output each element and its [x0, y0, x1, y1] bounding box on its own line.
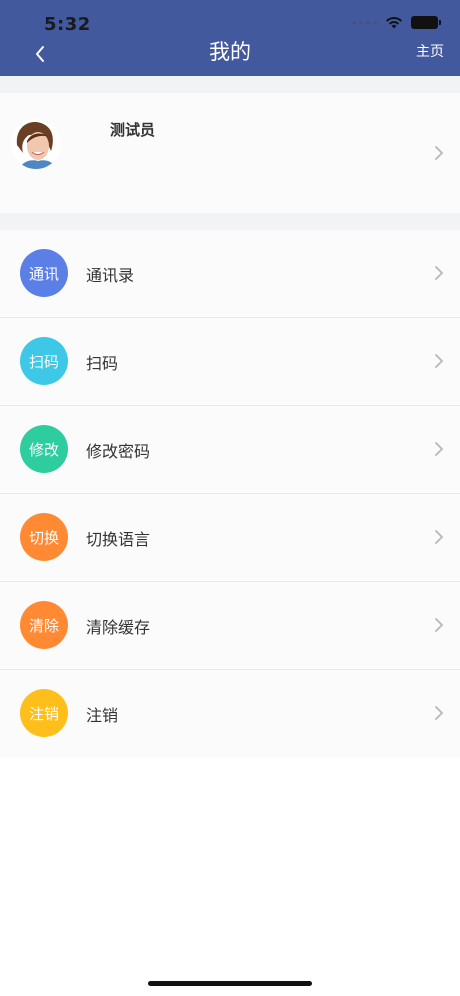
- switch-language-icon: 切换: [20, 513, 68, 561]
- profile-card[interactable]: 测试员: [0, 93, 460, 213]
- wifi-icon: [386, 16, 402, 29]
- menu-item-contacts[interactable]: 通讯 通讯录: [0, 230, 460, 318]
- home-link[interactable]: 主页: [416, 41, 444, 61]
- menu-item-label: 注销: [86, 706, 119, 725]
- avatar: [11, 119, 61, 169]
- menu-item-scan[interactable]: 扫码 扫码: [0, 318, 460, 406]
- menu-item-label: 切换语言: [86, 530, 151, 549]
- chevron-right-icon: [435, 354, 443, 368]
- section-gap: [0, 76, 460, 93]
- status-time: 5:32: [44, 14, 91, 35]
- home-indicator: [148, 981, 312, 986]
- contacts-icon: 通讯: [20, 249, 68, 297]
- chevron-right-icon: [435, 146, 443, 160]
- menu-item-change-password[interactable]: 修改 修改密码: [0, 406, 460, 494]
- section-gap: [0, 213, 460, 230]
- menu-list: 通讯 通讯录 扫码 扫码 修改 修改密码 切换 切换语言 清除 清除缓存 注销 …: [0, 230, 460, 758]
- status-icons: [352, 16, 441, 29]
- scan-icon: 扫码: [20, 337, 68, 385]
- menu-item-logout[interactable]: 注销 注销: [0, 670, 460, 758]
- clear-cache-icon: 清除: [20, 601, 68, 649]
- menu-item-clear-cache[interactable]: 清除 清除缓存: [0, 582, 460, 670]
- menu-item-label: 修改密码: [86, 442, 151, 461]
- chevron-right-icon: [435, 530, 443, 544]
- page-title: 我的: [209, 40, 251, 64]
- logout-icon: 注销: [20, 689, 68, 737]
- signal-icon: [352, 21, 377, 24]
- chevron-right-icon: [435, 706, 443, 720]
- battery-icon: [411, 16, 441, 29]
- menu-item-label: 通讯录: [86, 266, 135, 285]
- chevron-right-icon: [435, 618, 443, 632]
- menu-item-label: 扫码: [86, 354, 119, 373]
- change-password-icon: 修改: [20, 425, 68, 473]
- username: 测试员: [110, 121, 156, 139]
- menu-item-switch-language[interactable]: 切换 切换语言: [0, 494, 460, 582]
- chevron-right-icon: [435, 442, 443, 456]
- nav-bar: 5:32 我的 主页: [0, 0, 460, 76]
- menu-item-label: 清除缓存: [86, 618, 151, 637]
- chevron-right-icon: [435, 266, 443, 280]
